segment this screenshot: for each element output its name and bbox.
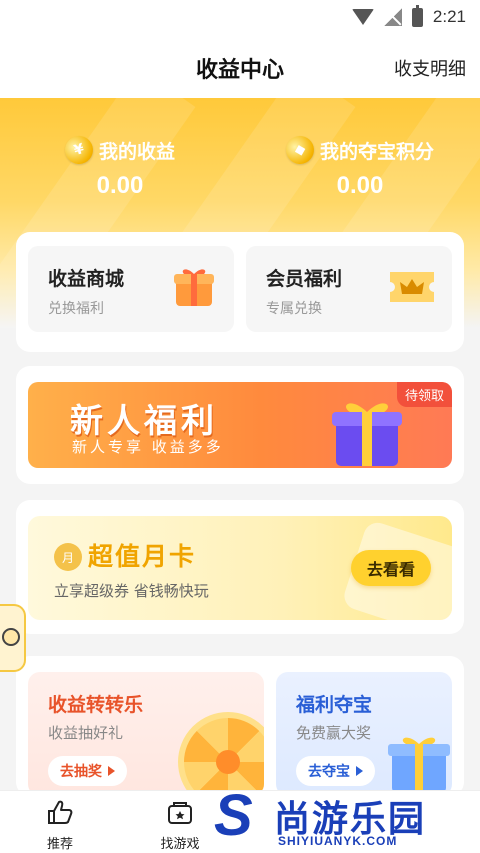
banner-subtitle: 新人专享 收益多多 [72,438,224,456]
button-label: 去夺宝 [308,764,350,780]
watermark-url: SHIYIUANYK.COM [278,834,398,848]
status-time: 2:21 [432,7,466,26]
month-icon: 月 [54,543,82,571]
banner-title: 新人福利 [70,401,218,440]
mascot-icon [2,628,20,646]
treasure-button[interactable]: 去夺宝 [296,756,375,786]
watermark-logo-mark: S [214,783,253,848]
signal-icon [383,8,402,26]
status-bar: 2:21 [0,0,480,34]
button-label: 去抽奖 [60,764,102,780]
tile-title: 收益转转乐 [48,694,144,716]
stat-treasure-points[interactable]: ◆ 我的夺宝积分 0.00 [240,132,480,200]
wheel-center [216,750,240,774]
draw-button[interactable]: 去抽奖 [48,756,127,786]
earnings-mall-tile[interactable]: 收益商城 兑换福利 [28,246,234,332]
treasure-gift-icon [388,737,450,792]
nav-item-recommend[interactable]: 推荐 [20,799,100,852]
battery-icon [411,4,423,27]
gift-box-icon [332,403,402,466]
thumbs-up-icon [48,800,73,824]
stat-my-earnings[interactable]: ¥ 我的收益 0.00 [0,132,240,200]
floating-assistant-tab[interactable] [0,604,26,672]
wifi-icon [351,9,374,25]
newbie-welfare-banner[interactable]: 新人福利 新人专享 收益多多 待领取 [28,382,452,468]
gift-icon [174,269,214,306]
coin-icon: ¥ [61,132,97,168]
coin-icon: ◆ [282,132,318,168]
stat-value: 0.00 [96,172,144,199]
tile-subtitle: 收益抽好礼 [48,724,124,742]
app-header: 收益中心 收支明细 [0,34,480,98]
transaction-details-link[interactable]: 收支明细 [394,55,466,81]
tile-subtitle: 兑换福利 [48,301,104,317]
crown-ticket-icon [390,272,434,302]
lucky-wheel-tile[interactable]: 收益转转乐 收益抽好礼 去抽奖 [28,672,264,796]
member-benefits-tile[interactable]: 会员福利 专属兑换 [246,246,452,332]
banner-title: 超值月卡 [88,542,197,571]
stat-label: 我的夺宝积分 [319,140,434,163]
tile-subtitle: 免费赢大奖 [296,724,372,742]
play-arrow-icon [108,766,115,776]
games-card: 收益转转乐 收益抽好礼 去抽奖 福利夺宝 免费赢大奖 去夺宝 [16,656,464,796]
quick-links-card: 收益商城 兑换福利 会员福利 专属兑换 [16,232,464,352]
tile-title: 会员福利 [266,268,343,290]
stat-value: 0.00 [336,172,384,199]
tile-title: 福利夺宝 [296,694,373,716]
view-monthly-card-button[interactable]: 去看看 [351,550,431,586]
game-box-icon [168,802,192,824]
newbie-welfare-card: 新人福利 新人专享 收益多多 待领取 [16,366,464,484]
play-arrow-icon [356,766,363,776]
stat-label: 我的收益 [98,140,175,163]
tile-subtitle: 专属兑换 [266,301,322,317]
monthly-card-section: 月 超值月卡 立享超级券 省钱畅快玩 去看看 [16,500,464,634]
tile-title: 收益商城 [48,268,125,290]
monthly-card-banner[interactable]: 月 超值月卡 立享超级券 省钱畅快玩 去看看 [28,516,452,620]
treasure-hunt-tile[interactable]: 福利夺宝 免费赢大奖 去夺宝 [276,672,452,796]
site-watermark: S 尚游乐园 SHIYIUANYK.COM [208,786,480,853]
banner-subtitle: 立享超级券 省钱畅快玩 [54,582,209,600]
nav-label: 推荐 [46,837,73,852]
